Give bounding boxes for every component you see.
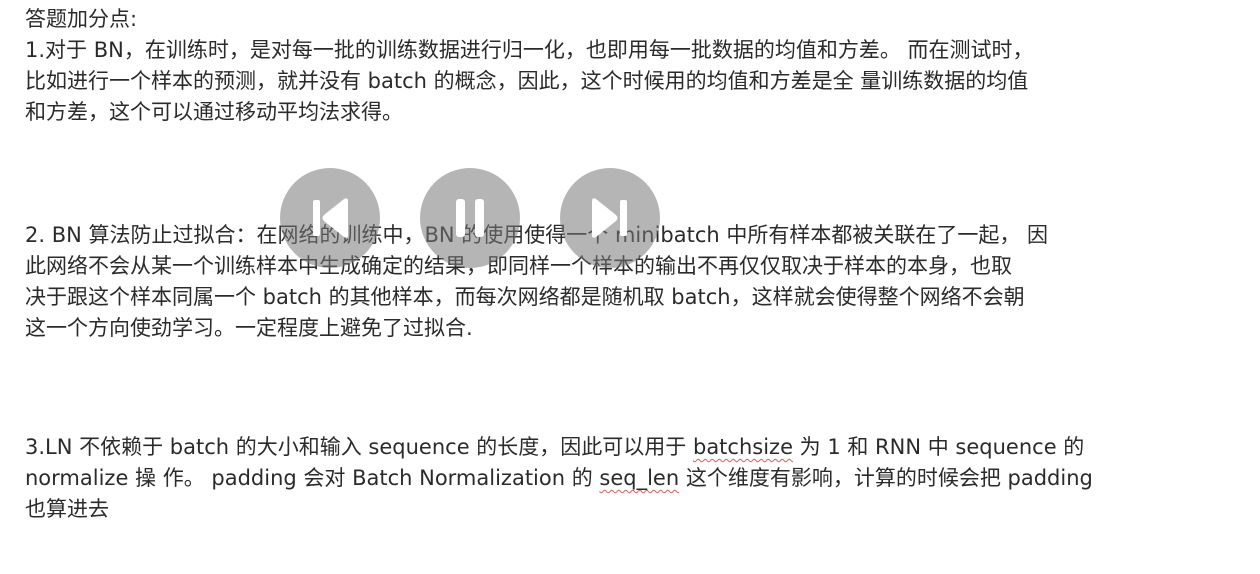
p3-line-1: 3.LN 不依赖于 batch 的大小和输入 sequence 的长度，因此可以…	[25, 432, 1084, 463]
p3-line-3: 也算进去	[25, 497, 109, 521]
p3-line-1-c: 为 1 和 RNN 中 sequence 的	[793, 435, 1085, 459]
p2-line-3: 决于跟这个样本同属一个 batch 的其他样本，而每次网络都是随机取 batch…	[25, 285, 1025, 309]
p1-line-1: 1.对于 BN，在训练时，是对每一批的训练数据进行归一化，也即用每一批数据的均值…	[25, 38, 1034, 62]
p1-line-2: 比如进行一个样本的预测，就并没有 batch 的概念，因此，这个时候用的均值和方…	[25, 69, 1029, 93]
spell-error-batchsize: batchsize	[692, 435, 793, 459]
pause-button[interactable]	[420, 168, 520, 268]
next-button[interactable]	[560, 168, 660, 268]
pause-icon	[456, 199, 484, 237]
p3-line-1-a: 3.LN 不依赖于 batch 的大小和输入 sequence 的长度，因此可以…	[25, 435, 693, 459]
skip-previous-icon	[313, 198, 348, 238]
video-player-controls	[280, 168, 660, 268]
p3-line-2: normalize 操 作。 padding 会对 Batch Normaliz…	[25, 463, 1093, 494]
skip-next-icon	[592, 198, 627, 238]
p2-line-4: 这一个方向使劲学习。一定程度上避免了过拟合.	[25, 316, 473, 340]
p1-line-3: 和方差，这个可以通过移动平均法求得。	[25, 100, 403, 124]
spell-error-seq-len: seq_len	[599, 466, 680, 490]
p3-line-2-c: 这个维度有影响，计算的时候会把 padding	[679, 466, 1093, 490]
p3-line-2-a: normalize 操 作。 padding 会对 Batch Normaliz…	[25, 466, 600, 490]
previous-button[interactable]	[280, 168, 380, 268]
heading: 答题加分点:	[25, 7, 138, 31]
